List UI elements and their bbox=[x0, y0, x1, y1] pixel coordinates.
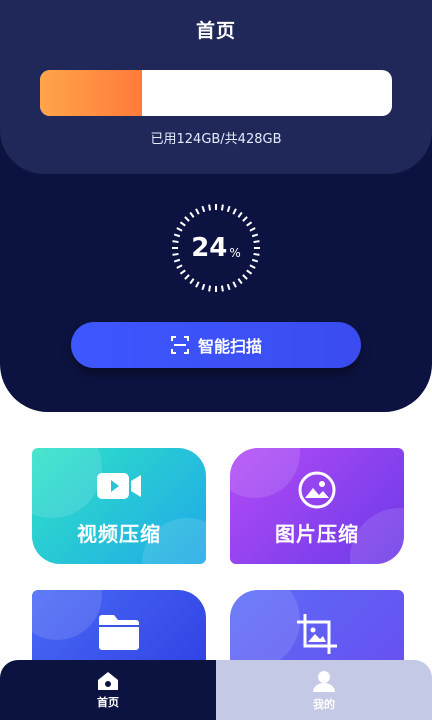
nav-home[interactable]: 首页 bbox=[0, 660, 216, 720]
video-camera-icon bbox=[97, 473, 141, 499]
user-icon bbox=[313, 670, 335, 692]
image-compress-label: 图片压缩 bbox=[275, 522, 359, 546]
storage-usage-text: 已用124GB/共428GB bbox=[150, 132, 282, 147]
bottom-nav: 首页 我的 bbox=[0, 660, 432, 720]
image-compress-tile[interactable]: 图片压缩 bbox=[230, 448, 404, 564]
app-screen: 首页 已用124GB/共428GB 24 % 智能扫描 视频压缩 图片压缩 首页… bbox=[0, 0, 432, 720]
usage-gauge: 24 % bbox=[170, 202, 262, 294]
page-title: 首页 bbox=[195, 20, 236, 42]
smart-scan-label: 智能扫描 bbox=[197, 337, 262, 356]
smart-scan-button[interactable]: 智能扫描 bbox=[71, 322, 361, 368]
storage-card: 首页 已用124GB/共428GB bbox=[0, 0, 432, 174]
nav-mine-label: 我的 bbox=[313, 697, 335, 711]
gauge-value: 24 bbox=[191, 233, 228, 263]
home-icon bbox=[98, 671, 118, 690]
crop-image-icon bbox=[297, 614, 337, 654]
top-panel: 首页 已用124GB/共428GB 24 % 智能扫描 bbox=[0, 0, 432, 412]
scan-frame-icon bbox=[170, 336, 189, 354]
nav-mine[interactable]: 我的 bbox=[216, 660, 432, 720]
folder-icon bbox=[99, 615, 139, 650]
nav-home-label: 首页 bbox=[97, 695, 119, 709]
gauge-unit: % bbox=[229, 246, 241, 260]
video-compress-tile[interactable]: 视频压缩 bbox=[32, 448, 206, 564]
storage-progress-fill bbox=[40, 70, 143, 116]
video-compress-label: 视频压缩 bbox=[77, 522, 161, 546]
storage-progress-bar bbox=[40, 70, 392, 116]
image-icon bbox=[298, 471, 336, 509]
